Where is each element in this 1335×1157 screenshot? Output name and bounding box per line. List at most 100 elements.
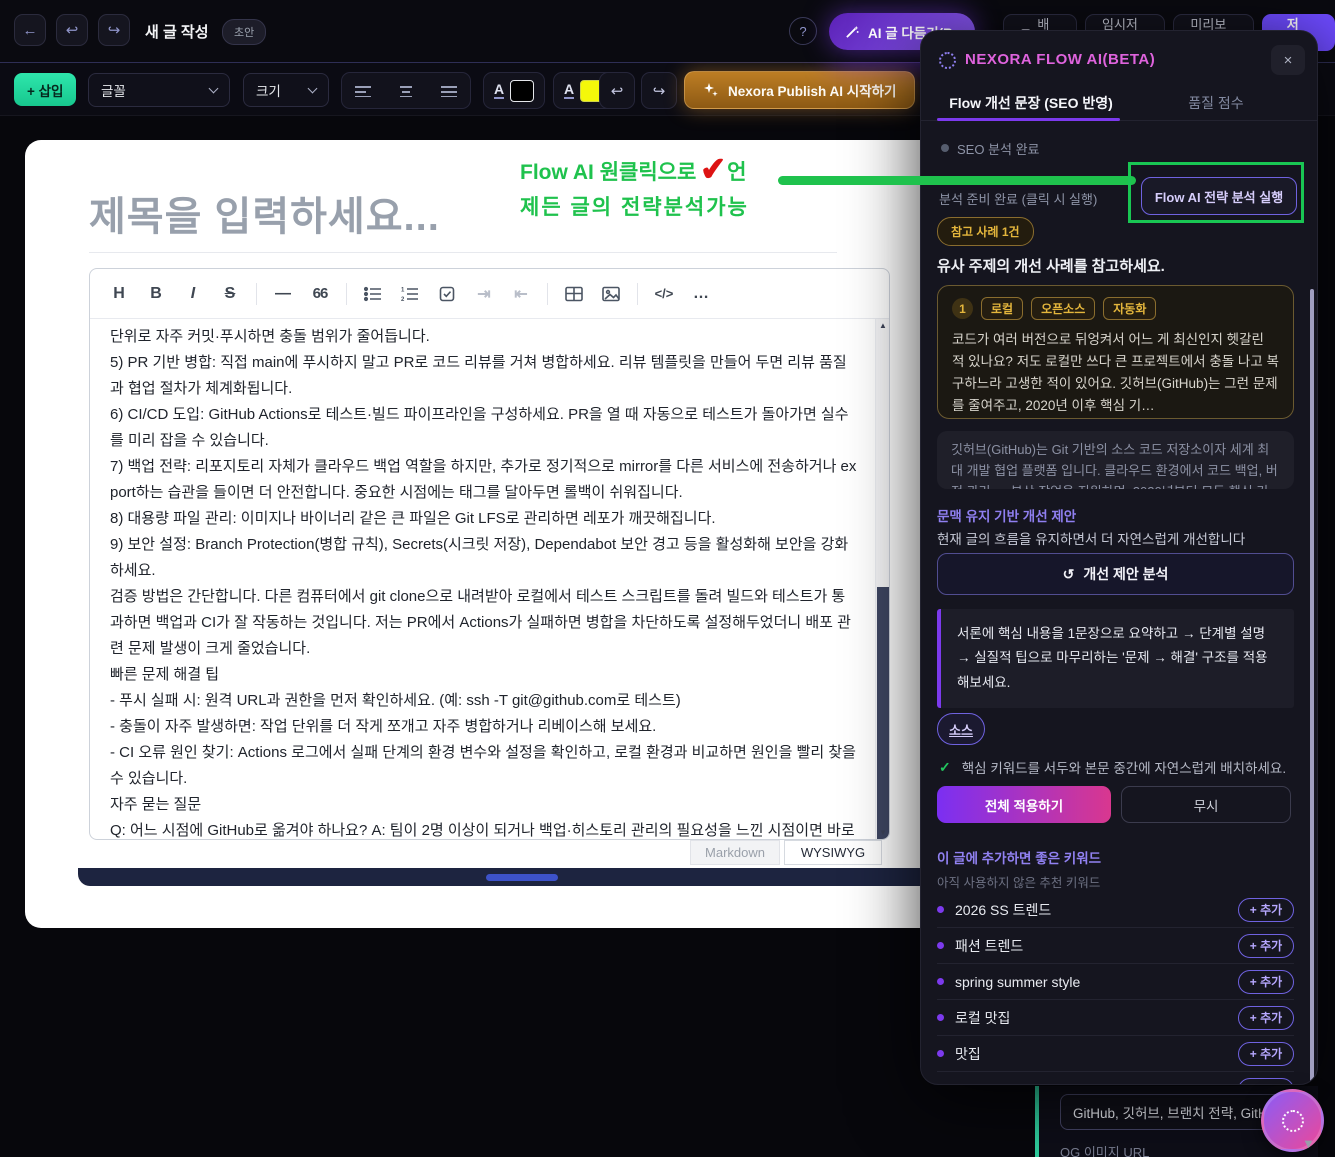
scroll-corner-icon[interactable]: ▼ — [1302, 1136, 1315, 1151]
italic-icon[interactable]: I — [178, 279, 208, 309]
toolbar-undo-button[interactable]: ↩ — [599, 72, 635, 109]
question-icon: ? — [799, 24, 806, 39]
fragment-accent-bar — [1035, 1086, 1039, 1157]
insert-button[interactable]: + 삽입 — [14, 73, 76, 106]
scroll-up-icon[interactable]: ▲ — [876, 319, 890, 333]
keyword-row: 2026 SS 트렌드+ 추가 — [937, 892, 1294, 928]
context-improve-subtext: 현재 글의 흐름을 유지하면서 더 자연스럽게 개선합니다 — [937, 528, 1245, 548]
code-icon[interactable]: </> — [649, 279, 679, 309]
align-left-icon[interactable] — [355, 85, 371, 97]
tab-quality-score[interactable]: 품질 점수 — [1151, 93, 1281, 113]
heading-icon[interactable]: H — [104, 279, 134, 309]
undo-button[interactable]: ↩ — [56, 14, 88, 46]
size-select[interactable]: 크기 — [243, 73, 329, 107]
panel-title: NEXORA FLOW AI(BETA) — [965, 51, 1155, 68]
undo-icon: ↩ — [66, 21, 79, 39]
keyword-list: 2026 SS 트렌드+ 추가패션 트렌드+ 추가spring summer s… — [937, 892, 1294, 1085]
keyword-label: 2026 SS 트렌드 — [955, 900, 1238, 920]
svg-text:2: 2 — [401, 297, 405, 302]
divider — [637, 283, 638, 305]
editor-scrollbar[interactable]: ▲ ▼ — [875, 319, 889, 840]
draft-status-badge: 초안 — [222, 19, 266, 45]
post-title-input[interactable]: 제목을 입력하세요... — [89, 184, 440, 242]
add-keyword-button[interactable]: + 추가 — [1238, 1042, 1294, 1066]
red-check-icon: ✔ — [699, 149, 728, 189]
add-keyword-button[interactable]: + 추가 — [1238, 934, 1294, 958]
highlight-A-icon: A — [564, 82, 574, 99]
numbered-list-icon[interactable]: 12 — [395, 279, 425, 309]
redo-icon: ↪ — [653, 82, 666, 100]
back-arrow-icon: ← — [23, 22, 38, 39]
font-select[interactable]: 글꼴 — [88, 73, 230, 107]
scrollbar-thumb[interactable] — [877, 587, 889, 840]
editor-paragraph: 6) CI/CD 도입: GitHub Actions로 테스트·빌드 파이프라… — [110, 402, 858, 454]
svg-text:1: 1 — [401, 287, 405, 293]
refresh-icon: ↺ — [1063, 566, 1075, 583]
editor-paragraph: 자주 묻는 질문 — [110, 792, 858, 818]
source-pill-button[interactable]: 소스 — [937, 713, 985, 745]
case-tag: 오픈소스 — [1031, 297, 1095, 320]
annotation-line1: Flow AI 원클릭으로 ✔ 언 — [520, 150, 746, 192]
tab-flow-improve[interactable]: Flow 개선 문장 (SEO 반영) — [931, 93, 1131, 113]
ignore-button[interactable]: 무시 — [1121, 786, 1291, 823]
apply-all-button[interactable]: 전체 적용하기 — [937, 786, 1111, 823]
spinner-icon — [939, 52, 956, 69]
annotation-arrow — [778, 176, 1136, 185]
more-icon[interactable]: … — [686, 279, 716, 309]
bullet-icon — [937, 1014, 944, 1021]
check-icon: ✓ — [939, 759, 951, 776]
toolbar-redo-button[interactable]: ↪ — [641, 72, 677, 109]
align-center-icon[interactable] — [398, 85, 414, 97]
editor-paragraph: 7) 백업 전략: 리포지토리 자체가 클라우드 백업 역할을 하지만, 추가로… — [110, 454, 858, 506]
case-tag: 자동화 — [1103, 297, 1156, 320]
status-dot-icon — [941, 144, 949, 152]
keyword-row: spring summer style+ 추가 — [937, 964, 1294, 1000]
mode-wysiwyg-button[interactable]: WYSIWYG — [784, 840, 882, 865]
help-button[interactable]: ? — [789, 17, 817, 45]
keyword-label: 패션 트렌드 — [955, 936, 1238, 956]
keyword-label: 로컬 맛집 — [955, 1008, 1238, 1028]
strikethrough-icon[interactable]: S — [215, 279, 245, 309]
editor-paragraph: 8) 대용량 파일 관리: 이미지나 바이너리 같은 큰 파일은 Git LFS… — [110, 506, 858, 532]
tags-input[interactable]: GitHub, 깃허브, 브랜치 전략, GitHub Action — [1060, 1094, 1292, 1130]
bold-icon[interactable]: B — [141, 279, 171, 309]
align-justify-icon[interactable] — [441, 85, 457, 97]
editor-paragraph: Q: 어느 시점에 GitHub로 옮겨야 하나요? A: 팀이 2명 이상이 … — [110, 818, 858, 840]
back-button[interactable]: ← — [14, 14, 46, 46]
outdent-icon[interactable]: ⇤ — [506, 279, 536, 309]
close-button[interactable]: × — [1271, 45, 1305, 75]
add-keyword-button[interactable]: + 추가 — [1238, 1006, 1294, 1030]
indent-icon[interactable]: ⇥ — [469, 279, 499, 309]
page-title: 새 글 작성 — [145, 21, 209, 42]
drag-handle[interactable] — [486, 874, 558, 881]
mode-markdown-button[interactable]: Markdown — [690, 840, 780, 865]
text-color-button[interactable]: A — [483, 72, 545, 109]
panel-scrollbar-thumb[interactable] — [1310, 289, 1314, 1085]
scroll-down-icon[interactable]: ▼ — [876, 826, 890, 840]
redo-button[interactable]: ↪ — [98, 14, 130, 46]
bullet-icon — [937, 942, 944, 949]
chevron-down-icon — [308, 84, 318, 94]
quote-icon[interactable]: 66 — [305, 279, 335, 309]
add-keyword-button[interactable]: + 추가 — [1238, 898, 1294, 922]
editor-content-area[interactable]: 4) 브랜치 전략: main(구 master)은 항상 안정 상태로 유지하… — [90, 319, 876, 840]
horizontal-rule-icon[interactable]: — — [268, 279, 298, 309]
source-preview-card[interactable]: 깃허브(GitHub)는 Git 기반의 소스 코드 저장소이자 세계 최대 개… — [937, 431, 1294, 489]
analyze-suggestion-button[interactable]: ↺ 개선 제안 분석 — [937, 553, 1294, 595]
editor-paragraph: - 푸시 실패 시: 원격 URL과 권한을 먼저 확인하세요. (예: ssh… — [110, 688, 858, 714]
checkbox-list-icon[interactable] — [432, 279, 462, 309]
case-card[interactable]: 1 로컬오픈소스자동화 코드가 여러 버전으로 뒤엉켜서 어느 게 최신인지 헷… — [937, 285, 1294, 419]
nexora-publish-ai-button[interactable]: Nexora Publish AI 시작하기 — [684, 71, 915, 109]
add-keyword-button[interactable]: + 추가 — [1238, 970, 1294, 994]
active-tab-underline — [937, 118, 1120, 121]
seo-status-text: SEO 분석 완료 — [957, 139, 1040, 158]
context-improve-heading: 문맥 유지 기반 개선 제안 — [937, 505, 1076, 525]
image-icon[interactable] — [596, 279, 626, 309]
add-keyword-button[interactable]: + 추가 — [1238, 1078, 1294, 1085]
bullet-list-icon[interactable] — [358, 279, 388, 309]
keyword-tip-text: 핵심 키워드를 서두와 본문 중간에 자연스럽게 배치하세요. — [962, 757, 1286, 777]
similar-cases-heading: 유사 주제의 개선 사례를 참고하세요. — [937, 255, 1165, 276]
case-number-badge: 1 — [952, 298, 973, 319]
bullet-icon — [937, 978, 944, 985]
table-icon[interactable] — [559, 279, 589, 309]
